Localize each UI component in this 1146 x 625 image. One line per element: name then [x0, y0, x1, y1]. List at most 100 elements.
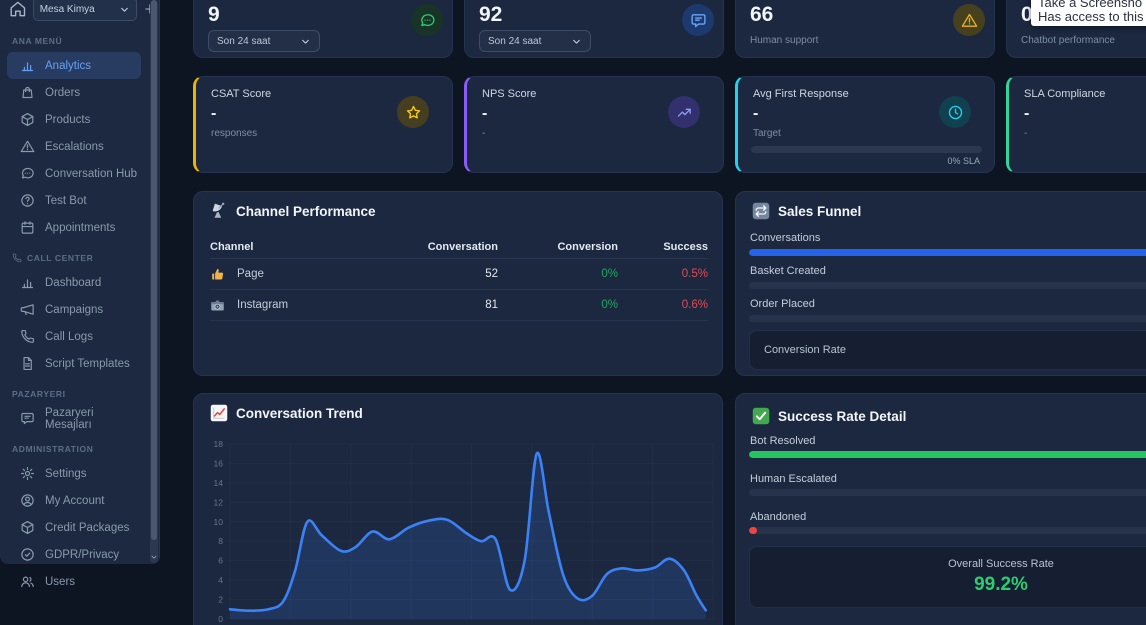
- time-filter-value: Son 24 saat: [217, 35, 271, 47]
- kpi-title: NPS Score: [482, 88, 537, 100]
- kpi-value: -: [1024, 105, 1030, 122]
- privacy-check-icon: [20, 547, 35, 562]
- kpi-subtitle: responses: [211, 128, 258, 139]
- time-filter-select[interactable]: Son 24 saat: [479, 30, 591, 52]
- channel-name: Page: [237, 268, 264, 280]
- sidebar-item-label: Escalations: [45, 140, 104, 153]
- bar-bot-resolved: [749, 451, 1146, 458]
- workspace-select[interactable]: Mesa Kimya: [32, 0, 138, 21]
- bar-human-escalated: [749, 489, 1146, 496]
- sidebar-item-script-templates[interactable]: Script Templates: [7, 350, 141, 377]
- kpi-title: SLA Compliance: [1024, 88, 1106, 100]
- phone-icon: [12, 253, 22, 263]
- package-icon: [20, 520, 35, 535]
- conversation-count: 81: [485, 299, 498, 311]
- svg-text:6: 6: [218, 556, 223, 566]
- sidebar-item-settings[interactable]: Settings: [7, 460, 141, 487]
- table-row: Instagram 81 0% 0.6%: [210, 290, 708, 321]
- kpi-value: -: [211, 105, 217, 122]
- satellite-icon: [210, 202, 228, 220]
- panel-title: Channel Performance: [236, 203, 376, 219]
- panel-title: Success Rate Detail: [778, 408, 907, 424]
- time-filter-value: Son 24 saat: [488, 35, 542, 47]
- sidebar-item-conversation-hub[interactable]: Conversation Hub: [7, 160, 141, 187]
- section-pazaryeri: PAZARYERI: [12, 388, 148, 400]
- svg-text:12: 12: [214, 497, 224, 507]
- sidebar-item-label: My Account: [45, 494, 105, 507]
- sidebar-item-escalations[interactable]: Escalations: [7, 133, 141, 160]
- svg-text:18: 18: [214, 439, 224, 449]
- sidebar-item-dashboard[interactable]: Dashboard: [7, 269, 141, 296]
- sidebar-item-label: Script Templates: [45, 357, 130, 370]
- sidebar-scrollbar[interactable]: [150, 0, 158, 563]
- sales-funnel-panel: Sales Funnel Conversations Basket Create…: [735, 191, 1146, 376]
- sidebar-item-gdpr-privacy[interactable]: GDPR/Privacy: [7, 541, 141, 568]
- sidebar-item-products[interactable]: Products: [7, 106, 141, 133]
- sidebar-item-label: Test Bot: [45, 194, 87, 207]
- conversion-rate: 0%: [601, 299, 618, 311]
- screenshot-permission-tooltip: Take a Screensho Has access to this: [1031, 0, 1146, 26]
- chevron-down-icon: [119, 4, 130, 15]
- section-label: CALL CENTER: [27, 253, 94, 263]
- test-bot-icon: [20, 193, 35, 208]
- stat-card-human-support: 66 Human support: [735, 0, 995, 58]
- sidebar-item-call-logs[interactable]: Call Logs: [7, 323, 141, 350]
- conversion-rate-label: Conversion Rate: [764, 344, 846, 356]
- marketplace-messages-icon: [20, 411, 35, 426]
- campaigns-icon: [20, 302, 35, 317]
- conversation-trend-chart: 0 2 4 6 8 10 12 14 16 18: [214, 439, 714, 624]
- sidebar-item-appointments[interactable]: Appointments: [7, 214, 141, 241]
- orders-icon: [20, 85, 35, 100]
- panel-title: Sales Funnel: [778, 203, 862, 219]
- thumbs-up-icon: [210, 267, 225, 282]
- users-icon: [20, 574, 35, 589]
- section-call-center: CALL CENTER: [12, 252, 148, 264]
- sidebar-item-users[interactable]: Users: [7, 568, 141, 595]
- sidebar-item-test-bot[interactable]: Test Bot: [7, 187, 141, 214]
- table-header-row: Channel Conversation Conversion Success: [210, 236, 708, 259]
- home-icon[interactable]: [9, 0, 27, 18]
- funnel-bar-conversations: [749, 249, 1146, 256]
- sidebar-item-campaigns[interactable]: Campaigns: [7, 296, 141, 323]
- channel-name: Instagram: [237, 299, 289, 311]
- bar-abandoned: [749, 527, 1146, 534]
- scrollbar-thumb[interactable]: [151, 0, 157, 540]
- channel-table: Channel Conversation Conversion Success …: [210, 236, 708, 321]
- svg-text:8: 8: [218, 536, 223, 546]
- conversation-hub-icon: [20, 166, 35, 181]
- sidebar-item-analytics[interactable]: Analytics: [7, 52, 141, 79]
- scroll-down-icon[interactable]: [150, 552, 158, 562]
- chevron-down-icon: [571, 36, 582, 47]
- warning-icon: [953, 4, 985, 36]
- sidebar-item-orders[interactable]: Orders: [7, 79, 141, 106]
- sidebar-item-credit-packages[interactable]: Credit Packages: [7, 514, 141, 541]
- funnel-bar-order-placed: [749, 315, 1146, 322]
- kpi-subtitle: -: [482, 128, 486, 139]
- trend-up-icon: [668, 96, 700, 128]
- chevron-down-icon: [300, 36, 311, 47]
- section-label: PAZARYERI: [12, 389, 66, 399]
- sidebar-item-label: Campaigns: [45, 303, 104, 316]
- overall-success-value: 99.2%: [974, 574, 1028, 595]
- kpi-value: -: [753, 105, 759, 122]
- success-rate: 0.5%: [681, 268, 708, 280]
- dashboard-icon: [20, 275, 35, 290]
- sidebar: Mesa Kimya ANA MENÜ Analytics Orders Pro…: [0, 0, 160, 588]
- star-icon: [397, 96, 429, 128]
- sidebar-item-my-account[interactable]: My Account: [7, 487, 141, 514]
- time-filter-select[interactable]: Son 24 saat: [208, 30, 320, 52]
- tooltip-line-2: Has access to this: [1038, 9, 1144, 24]
- success-bar-label: Human Escalated: [750, 473, 837, 485]
- sidebar-item-pazaryeri-mesajlari[interactable]: Pazaryeri Mesajları: [7, 405, 141, 432]
- sidebar-item-label: Products: [45, 113, 91, 126]
- overall-success-label: Overall Success Rate: [948, 558, 1054, 570]
- svg-text:16: 16: [214, 458, 224, 468]
- sidebar-item-label: Orders: [45, 86, 81, 99]
- svg-text:4: 4: [218, 575, 223, 585]
- stat-subtitle: Chatbot performance: [1021, 35, 1115, 46]
- app-root: Mesa Kimya ANA MENÜ Analytics Orders Pro…: [0, 0, 1146, 625]
- stat-subtitle: Human support: [750, 35, 819, 46]
- funnel-stage-label: Basket Created: [750, 265, 826, 277]
- sidebar-item-label: Call Logs: [45, 330, 93, 343]
- check-mark-icon: [752, 407, 770, 425]
